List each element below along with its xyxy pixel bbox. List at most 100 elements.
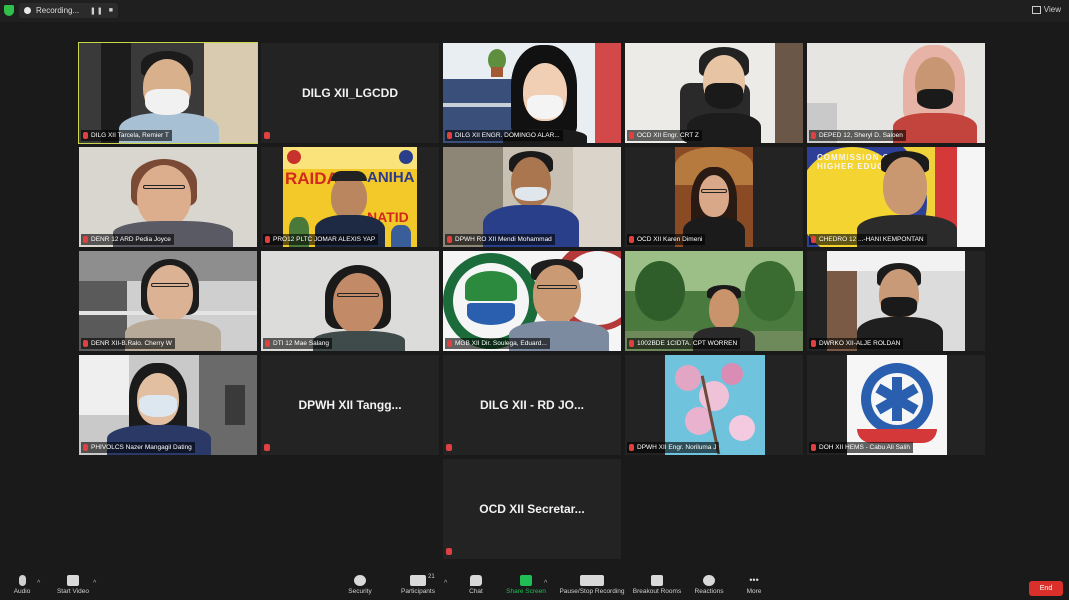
participant-name: DEPED 12, Sheryl D. Saloen bbox=[809, 130, 906, 141]
participant-name: DWRKO XII-ALJE ROLDAN bbox=[809, 338, 904, 349]
more-button[interactable]: ••• More bbox=[742, 575, 766, 595]
participant-video bbox=[79, 355, 257, 455]
chat-bubble-icon bbox=[470, 575, 482, 586]
top-bar: Recording... ❚❚ ■ View bbox=[0, 0, 1069, 22]
microphone-icon bbox=[18, 575, 26, 586]
audio-options-caret[interactable]: ^ bbox=[37, 580, 40, 587]
participant-tile[interactable]: OCD XII Karen Dimeni bbox=[625, 147, 803, 247]
banner-aniha-text: ANIHA bbox=[367, 169, 415, 186]
participant-tile[interactable]: DILG XII ENGR. DOMINGO ALAR... bbox=[443, 43, 621, 143]
breakout-rooms-label: Breakout Rooms bbox=[632, 588, 682, 595]
participant-video bbox=[79, 251, 257, 351]
participant-name: DILG XII ENGR. DOMINGO ALAR... bbox=[445, 130, 563, 141]
participant-name: DPWH RO XII Mendi Mohammad bbox=[445, 234, 555, 245]
participant-video bbox=[443, 43, 621, 143]
reactions-label: Reactions bbox=[694, 588, 724, 595]
pause-stop-recording-label: Pause/Stop Recording bbox=[559, 588, 625, 595]
end-meeting-button[interactable]: End bbox=[1029, 581, 1063, 596]
participant-name: PRO12 PLTC JOMAR ALEXIS YAP bbox=[263, 234, 379, 245]
participant-video bbox=[79, 147, 257, 247]
participant-name: 1002BDE 1CIDTA. CPT WORREN bbox=[627, 338, 741, 349]
grid-view-icon bbox=[1031, 5, 1041, 14]
chat-button[interactable]: Chat bbox=[464, 575, 488, 595]
security-button[interactable]: Security bbox=[344, 575, 376, 595]
participant-tile[interactable]: OCD XII Engr. CRT Z bbox=[625, 43, 803, 143]
participant-tile[interactable]: DPWH XII Tangg... bbox=[261, 355, 439, 455]
muted-mic-icon bbox=[264, 444, 270, 451]
participant-name: DILG XII Tarcela, Remier T bbox=[81, 130, 172, 141]
muted-mic-icon bbox=[446, 548, 452, 555]
audio-label: Audio bbox=[13, 588, 31, 595]
start-video-button[interactable]: Start Video bbox=[55, 575, 91, 595]
participant-display-name: OCD XII Secretar... bbox=[479, 502, 585, 516]
video-options-caret[interactable]: ^ bbox=[93, 580, 96, 587]
participant-video bbox=[79, 43, 257, 143]
participant-tile[interactable]: OCD XII Secretar... bbox=[443, 459, 621, 559]
participant-tile[interactable]: MGB XII Dir. Soulega, Eduard... bbox=[443, 251, 621, 351]
participant-name: PHIVOLCS Nazer Mangagil Dating bbox=[81, 442, 195, 453]
more-dots-icon: ••• bbox=[749, 575, 759, 585]
participant-video: RAIDAY ANIHA NATID bbox=[283, 147, 417, 247]
participant-video: COMMISSION ON HIGHER EDUCATION bbox=[807, 147, 985, 247]
recording-label: Recording... bbox=[36, 6, 80, 15]
shield-icon bbox=[354, 575, 366, 586]
participant-name: CHEDRO 12 ...-HANI KEMPONTAN bbox=[809, 234, 927, 245]
participant-name: OCD XII Engr. CRT Z bbox=[627, 130, 702, 141]
meeting-toolbar: Audio ^ Start Video ^ Security Participa… bbox=[0, 572, 1069, 600]
participant-name: DOH XII HEMS - Cabu Ali Salih bbox=[809, 442, 914, 453]
participant-name: OCD XII Karen Dimeni bbox=[627, 234, 706, 245]
participant-tile[interactable]: DPWH RO XII Mendi Mohammad bbox=[443, 147, 621, 247]
shield-icon[interactable] bbox=[4, 5, 14, 16]
participant-tile[interactable]: 1002BDE 1CIDTA. CPT WORREN bbox=[625, 251, 803, 351]
participant-video bbox=[807, 43, 985, 143]
breakout-rooms-icon bbox=[651, 575, 663, 586]
participant-name: DPWH XII Engr. Noriluma J bbox=[627, 442, 720, 453]
participants-options-caret[interactable]: ^ bbox=[444, 580, 447, 587]
video-camera-icon bbox=[67, 575, 79, 586]
share-screen-button[interactable]: Share Screen bbox=[505, 575, 547, 595]
reactions-button[interactable]: Reactions bbox=[692, 575, 726, 595]
participant-tile[interactable]: DEPED 12, Sheryl D. Saloen bbox=[807, 43, 985, 143]
recording-indicator: Recording... ❚❚ ■ bbox=[19, 3, 118, 18]
participant-video bbox=[675, 147, 753, 247]
pause-stop-recording-button[interactable]: Pause/Stop Recording bbox=[558, 575, 626, 595]
participant-tile[interactable]: PHIVOLCS Nazer Mangagil Dating bbox=[79, 355, 257, 455]
participant-display-name: DPWH XII Tangg... bbox=[298, 398, 402, 412]
participant-name: DTI 12 Mae Salang bbox=[263, 338, 333, 349]
breakout-rooms-button[interactable]: Breakout Rooms bbox=[632, 575, 682, 595]
participant-tile[interactable]: COMMISSION ON HIGHER EDUCATION CHEDRO 12… bbox=[807, 147, 985, 247]
participant-tile[interactable]: DILG XII Tarcela, Remier T bbox=[78, 42, 258, 144]
participant-tile[interactable]: DENR XII-B.Ralo. Cherry W bbox=[79, 251, 257, 351]
participant-video bbox=[827, 251, 965, 351]
view-label: View bbox=[1043, 5, 1061, 14]
audio-button[interactable]: Audio bbox=[10, 575, 34, 595]
start-video-label: Start Video bbox=[56, 588, 90, 595]
pause-stop-icon bbox=[580, 575, 604, 586]
share-screen-label: Share Screen bbox=[506, 588, 546, 595]
participant-tile[interactable]: DPWH XII Engr. Noriluma J bbox=[625, 355, 803, 455]
participant-video bbox=[665, 355, 765, 455]
participant-name: MGB XII Dir. Soulega, Eduard... bbox=[445, 338, 550, 349]
participant-video bbox=[261, 251, 439, 351]
participant-tile[interactable]: DTI 12 Mae Salang bbox=[261, 251, 439, 351]
share-screen-icon bbox=[520, 575, 532, 586]
participant-tile[interactable]: DWRKO XII-ALJE ROLDAN bbox=[807, 251, 985, 351]
muted-mic-icon bbox=[446, 444, 452, 451]
participants-label: Participants bbox=[401, 588, 435, 595]
participant-tile[interactable]: DILG XII - RD JO... bbox=[443, 355, 621, 455]
stop-recording-button[interactable]: ■ bbox=[109, 7, 113, 14]
record-dot-icon bbox=[24, 7, 31, 14]
reactions-smile-icon bbox=[703, 575, 715, 586]
view-button[interactable]: View bbox=[1031, 5, 1061, 14]
share-options-caret[interactable]: ^ bbox=[544, 580, 547, 587]
participant-tile[interactable]: DOH XII HEMS - Cabu Ali Salih bbox=[807, 355, 985, 455]
participant-video bbox=[625, 251, 803, 351]
pause-recording-button[interactable]: ❚❚ bbox=[90, 7, 104, 15]
participant-tile[interactable]: DILG XII_LGCDD bbox=[261, 43, 439, 143]
participant-name: DENR 12 ARD Pedia Joyce bbox=[81, 234, 174, 245]
participant-video bbox=[847, 355, 947, 455]
chat-label: Chat bbox=[469, 588, 483, 595]
participant-display-name: DILG XII - RD JO... bbox=[479, 398, 584, 412]
participant-tile[interactable]: RAIDAY ANIHA NATID PRO12 PLTC JOMAR ALEX… bbox=[261, 147, 439, 247]
participant-tile[interactable]: DENR 12 ARD Pedia Joyce bbox=[79, 147, 257, 247]
